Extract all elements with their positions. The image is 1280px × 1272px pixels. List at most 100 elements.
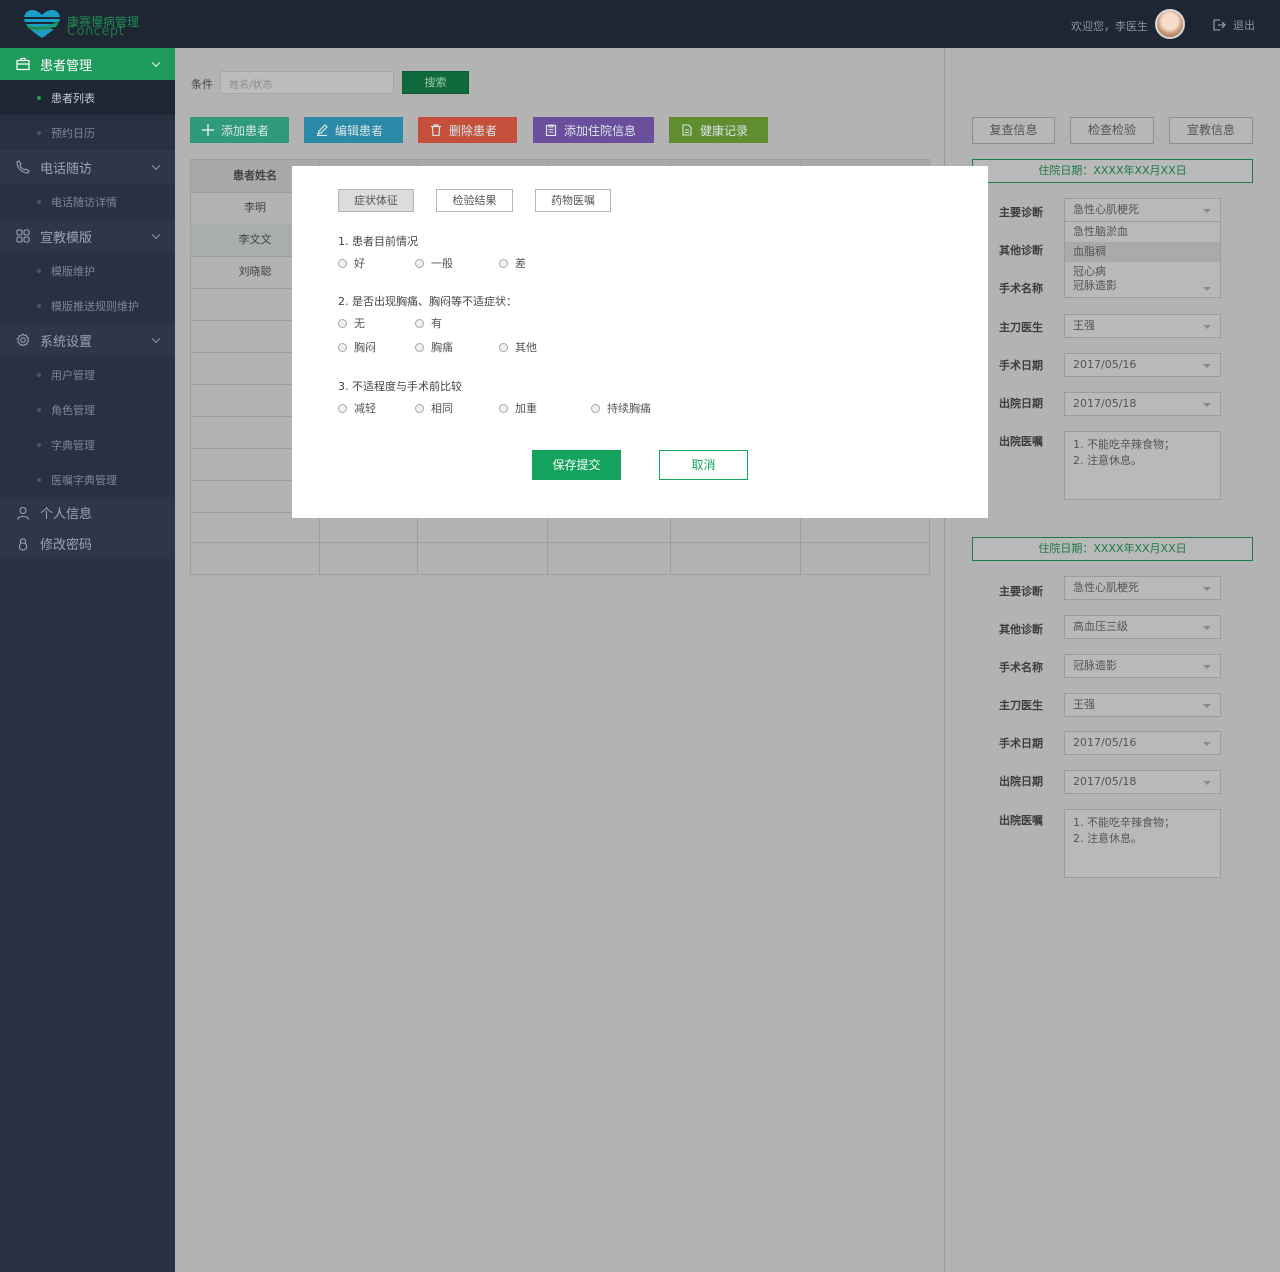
gear-icon <box>16 333 30 347</box>
sidebar-item-users[interactable]: 用户管理 <box>0 357 175 392</box>
sidebar-group-settings[interactable]: 系统设置 <box>0 323 175 357</box>
radio-option[interactable]: 减轻 <box>338 400 376 416</box>
discharge-advice-textarea[interactable]: 1. 不能吃辛辣食物； 2. 注意休息。 <box>1064 809 1221 878</box>
radio-option[interactable]: 差 <box>499 255 526 271</box>
sidebar-item-calendar[interactable]: 预约日历 <box>0 115 175 150</box>
select-value: 冠脉造影 <box>1073 659 1117 672</box>
logout-label: 退出 <box>1233 19 1255 32</box>
button-label: 编辑患者 <box>335 123 384 138</box>
select-value: 王强 <box>1073 319 1095 332</box>
detail-panel: 复查信息 检查检验 宣教信息 住院日期：XXXX年XX月XX日 主要诊断 急性心… <box>945 48 1280 1272</box>
tab-medication[interactable]: 药物医嘱 <box>535 189 611 212</box>
sidebar-item-dictionary[interactable]: 字典管理 <box>0 427 175 462</box>
sidebar-group-patient[interactable]: 患者管理 <box>0 48 175 80</box>
surgeon-select[interactable]: 王强 <box>1064 693 1221 717</box>
bullet-icon <box>37 442 41 447</box>
radio-icon <box>591 403 600 413</box>
question-1: 1. 患者目前情况 <box>338 235 418 248</box>
sidebar-item-patient-list[interactable]: 患者列表 <box>0 80 175 115</box>
chevron-down-icon <box>151 58 161 68</box>
hospital-date-header: 住院日期：XXXX年XX月XX日 <box>972 537 1253 561</box>
delete-patient-button[interactable]: 删除患者 <box>418 117 517 143</box>
search-label: 条件 <box>191 78 213 91</box>
dropdown-option[interactable]: 急性脑淤血 <box>1065 222 1220 242</box>
caret-down-icon <box>1203 587 1211 591</box>
field-label: 手术日期 <box>999 359 1043 372</box>
tab-followup[interactable]: 复查信息 <box>972 117 1055 144</box>
bullet-icon <box>37 199 41 204</box>
sidebar-item-template-rules[interactable]: 模版推送规则维护 <box>0 288 175 323</box>
question-2: 2. 是否出现胸痛、胸闷等不适症状： <box>338 295 517 308</box>
add-hospital-info-button[interactable]: 添加住院信息 <box>533 117 654 143</box>
radio-option[interactable]: 胸闷 <box>338 339 376 355</box>
caret-down-icon <box>1203 626 1211 630</box>
radio-option[interactable]: 持续胸痛 <box>591 400 651 416</box>
bullet-icon <box>37 407 41 412</box>
radio-option[interactable]: 好 <box>338 255 365 271</box>
sidebar-item-advice-dictionary[interactable]: 医嘱字典管理 <box>0 462 175 497</box>
caret-down-icon <box>1203 403 1211 407</box>
radio-icon <box>499 403 508 413</box>
select-value: 急性心肌梗死 <box>1073 203 1139 216</box>
save-submit-button[interactable]: 保存提交 <box>532 450 621 480</box>
radio-option[interactable]: 加重 <box>499 400 537 416</box>
radio-label: 差 <box>515 257 526 270</box>
discharge-advice-textarea[interactable]: 1. 不能吃辛辣食物； 2. 注意休息。 <box>1064 431 1221 500</box>
radio-option[interactable]: 其他 <box>499 339 537 355</box>
search-input[interactable]: 姓名/状态 <box>220 71 394 94</box>
radio-option[interactable]: 胸痛 <box>415 339 453 355</box>
add-patient-button[interactable]: 添加患者 <box>190 117 289 143</box>
tab-education[interactable]: 宣教信息 <box>1169 117 1253 144</box>
health-record-button[interactable]: 健康记录 <box>669 117 768 143</box>
radio-option[interactable]: 相同 <box>415 400 453 416</box>
top-bar: 康赛慢病管理 Concept 欢迎您，李医生 退出 <box>0 0 1280 48</box>
button-label: 添加患者 <box>221 123 270 138</box>
radio-label: 有 <box>431 317 442 330</box>
edit-patient-button[interactable]: 编辑患者 <box>304 117 403 143</box>
avatar[interactable] <box>1155 9 1185 39</box>
welcome-text: 欢迎您，李医生 <box>1071 20 1148 33</box>
cancel-button[interactable]: 取消 <box>659 450 748 480</box>
sidebar-item-password[interactable]: 修改密码 <box>0 528 175 559</box>
main-diagnosis-select[interactable]: 急性心肌梗死 <box>1064 198 1221 222</box>
discharge-date-select[interactable]: 2017/05/18 <box>1064 770 1221 794</box>
radio-label: 胸痛 <box>431 341 453 354</box>
advice-line: 2. 注意休息。 <box>1073 454 1142 467</box>
search-button[interactable]: 搜索 <box>402 71 469 94</box>
field-label: 出院日期 <box>999 397 1043 410</box>
radio-option[interactable]: 有 <box>415 315 442 331</box>
sidebar-item-roles[interactable]: 角色管理 <box>0 392 175 427</box>
caret-down-icon <box>1203 665 1211 669</box>
tab-test-results[interactable]: 检验结果 <box>436 189 513 212</box>
field-label: 手术日期 <box>999 737 1043 750</box>
logout-button[interactable]: 退出 <box>1213 17 1255 33</box>
advice-line: 1. 不能吃辛辣食物； <box>1073 816 1175 829</box>
sidebar-item-template-maintain[interactable]: 模版维护 <box>0 253 175 288</box>
surgery-date-select[interactable]: 2017/05/16 <box>1064 353 1221 377</box>
discharge-date-select[interactable]: 2017/05/18 <box>1064 392 1221 416</box>
sidebar-item-profile[interactable]: 个人信息 <box>0 497 175 528</box>
chevron-down-icon <box>151 230 161 240</box>
chevron-down-icon <box>151 161 161 171</box>
tab-symptoms[interactable]: 症状体征 <box>338 189 414 212</box>
tab-examination[interactable]: 检查检验 <box>1070 117 1154 144</box>
radio-label: 无 <box>354 317 365 330</box>
radio-icon <box>499 342 508 352</box>
surgeon-select[interactable]: 王强 <box>1064 314 1221 338</box>
surgery-name-select[interactable]: 冠脉造影 <box>1064 280 1221 298</box>
surgery-date-select[interactable]: 2017/05/16 <box>1064 731 1221 755</box>
radio-option[interactable]: 无 <box>338 315 365 331</box>
dropdown-option[interactable]: 血脂稠 <box>1065 242 1220 262</box>
caret-down-icon <box>1203 325 1211 329</box>
other-diagnosis-select[interactable]: 高血压三级 <box>1064 615 1221 639</box>
main-diagnosis-select[interactable]: 急性心肌梗死 <box>1064 576 1221 600</box>
radio-option[interactable]: 一般 <box>415 255 453 271</box>
sidebar-item-phone-detail[interactable]: 电话随访详情 <box>0 184 175 219</box>
radio-label: 相同 <box>431 402 453 415</box>
surgery-name-select[interactable]: 冠脉造影 <box>1064 654 1221 678</box>
hospital-date-header: 住院日期：XXXX年XX月XX日 <box>972 159 1253 183</box>
symptom-modal: 症状体征 检验结果 药物医嘱 1. 患者目前情况 好 一般 差 2. 是否出现胸… <box>292 166 988 518</box>
radio-label: 好 <box>354 257 365 270</box>
sidebar-group-phone[interactable]: 电话随访 <box>0 150 175 184</box>
sidebar-group-template[interactable]: 宣教模版 <box>0 219 175 253</box>
